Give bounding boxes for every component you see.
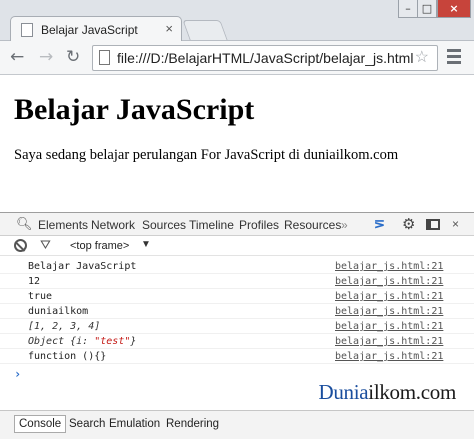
close-window-button[interactable]: × bbox=[437, 0, 471, 18]
frame-selector[interactable]: <top frame> bbox=[70, 240, 129, 252]
page-icon bbox=[99, 50, 110, 65]
source-link[interactable]: belajar_js.html:21 bbox=[335, 336, 443, 347]
console-message: [1, 2, 3, 4] belajar_js.html:21 bbox=[0, 319, 474, 334]
url-text[interactable]: file:///D:/BelajarHTML/JavaScript/belaja… bbox=[117, 50, 413, 66]
drawer-tab-rendering[interactable]: Rendering bbox=[166, 418, 219, 430]
back-arrow-icon[interactable]: ← bbox=[10, 47, 24, 67]
browser-toolbar: ← → ↻ file:///D:/BelajarHTML/JavaScript/… bbox=[0, 41, 474, 75]
object-suffix: } bbox=[130, 336, 137, 347]
source-link[interactable]: belajar_js.html:21 bbox=[335, 306, 443, 317]
source-link[interactable]: belajar_js.html:21 bbox=[335, 276, 443, 287]
new-tab-button[interactable] bbox=[182, 20, 228, 40]
watermark-logo: Duniailkom.com bbox=[318, 380, 456, 405]
source-link[interactable]: belajar_js.html:21 bbox=[335, 321, 443, 332]
window-titlebar: Belajar JavaScript × – □ × bbox=[0, 0, 474, 42]
console-message-text[interactable]: [1, 2, 3, 4] bbox=[28, 321, 100, 332]
console-message: Object {i: "test"} belajar_js.html:21 bbox=[0, 334, 474, 349]
reload-icon[interactable]: ↻ bbox=[66, 47, 80, 67]
tab-sources[interactable]: Sources bbox=[142, 218, 186, 232]
console-message-text: 12 bbox=[28, 276, 41, 287]
tab-elements[interactable]: Elements bbox=[38, 218, 88, 232]
bookmark-star-icon[interactable]: ☆ bbox=[415, 47, 429, 67]
console-object-text[interactable]: Object {i: "test"} bbox=[28, 336, 136, 347]
source-link[interactable]: belajar_js.html:21 bbox=[335, 291, 443, 302]
browser-tab[interactable]: Belajar JavaScript × bbox=[10, 16, 182, 42]
address-bar[interactable]: file:///D:/BelajarHTML/JavaScript/belaja… bbox=[92, 45, 438, 71]
console-prompt[interactable]: › bbox=[14, 367, 21, 381]
inspect-element-icon[interactable]: 🔍︎ bbox=[16, 216, 33, 232]
filter-icon[interactable]: ⛛ bbox=[40, 237, 51, 253]
page-heading: Belajar JavaScript bbox=[14, 93, 255, 126]
chevron-down-icon[interactable]: ▼ bbox=[141, 239, 151, 250]
drawer-tab-emulation[interactable]: Emulation bbox=[109, 418, 160, 430]
drawer-tab-bar: Console Search Emulation Rendering bbox=[0, 410, 474, 439]
dock-side-icon[interactable] bbox=[426, 219, 440, 230]
page-paragraph: Saya sedang belajar perulangan For JavaS… bbox=[14, 147, 399, 163]
object-string-value: "test" bbox=[94, 336, 131, 347]
menu-icon[interactable] bbox=[447, 49, 461, 67]
watermark-part-1: Dunia bbox=[318, 380, 369, 404]
devtools-tab-bar: 🔍︎ Elements Network Sources Timeline Pro… bbox=[0, 212, 474, 236]
minimize-button[interactable]: – bbox=[398, 0, 418, 18]
drawer-tab-search[interactable]: Search bbox=[69, 418, 105, 430]
source-link[interactable]: belajar_js.html:21 bbox=[335, 351, 443, 362]
console-message: Belajar JavaScript belajar_js.html:21 bbox=[0, 259, 474, 274]
console-drawer-icon[interactable]: ⋝ bbox=[374, 216, 385, 232]
tab-resources[interactable]: Resources bbox=[284, 218, 341, 232]
console-message: duniailkom belajar_js.html:21 bbox=[0, 304, 474, 319]
console-message: true belajar_js.html:21 bbox=[0, 289, 474, 304]
more-tabs-icon[interactable]: » bbox=[341, 218, 348, 232]
gear-icon[interactable]: ⚙ bbox=[402, 215, 415, 233]
tab-timeline[interactable]: Timeline bbox=[189, 218, 234, 232]
tab-profiles[interactable]: Profiles bbox=[239, 218, 279, 232]
tab-title: Belajar JavaScript bbox=[41, 23, 138, 37]
page-favicon-icon bbox=[21, 23, 33, 37]
console-message: 12 belajar_js.html:21 bbox=[0, 274, 474, 289]
console-message: function (){} belajar_js.html:21 bbox=[0, 349, 474, 364]
clear-console-icon[interactable] bbox=[14, 239, 27, 252]
source-link[interactable]: belajar_js.html:21 bbox=[335, 261, 443, 272]
console-message-text: Belajar JavaScript bbox=[28, 261, 137, 272]
console-message-text: duniailkom bbox=[28, 306, 89, 317]
page-viewport: Belajar JavaScript Saya sedang belajar p… bbox=[0, 76, 474, 212]
forward-arrow-icon[interactable]: → bbox=[39, 47, 53, 67]
console-toolbar: ⛛ <top frame> ▼ bbox=[0, 236, 474, 256]
console-message-text[interactable]: function (){} bbox=[28, 351, 106, 362]
tab-close-icon[interactable]: × bbox=[165, 21, 173, 36]
drawer-tab-console[interactable]: Console bbox=[14, 415, 67, 433]
watermark-part-2: ilkom.com bbox=[368, 380, 456, 404]
console-message-text: true bbox=[28, 291, 53, 302]
maximize-button[interactable]: □ bbox=[417, 0, 437, 18]
close-devtools-icon[interactable]: × bbox=[452, 217, 459, 231]
tab-network[interactable]: Network bbox=[91, 218, 135, 232]
object-prefix: Object {i: bbox=[28, 336, 95, 347]
